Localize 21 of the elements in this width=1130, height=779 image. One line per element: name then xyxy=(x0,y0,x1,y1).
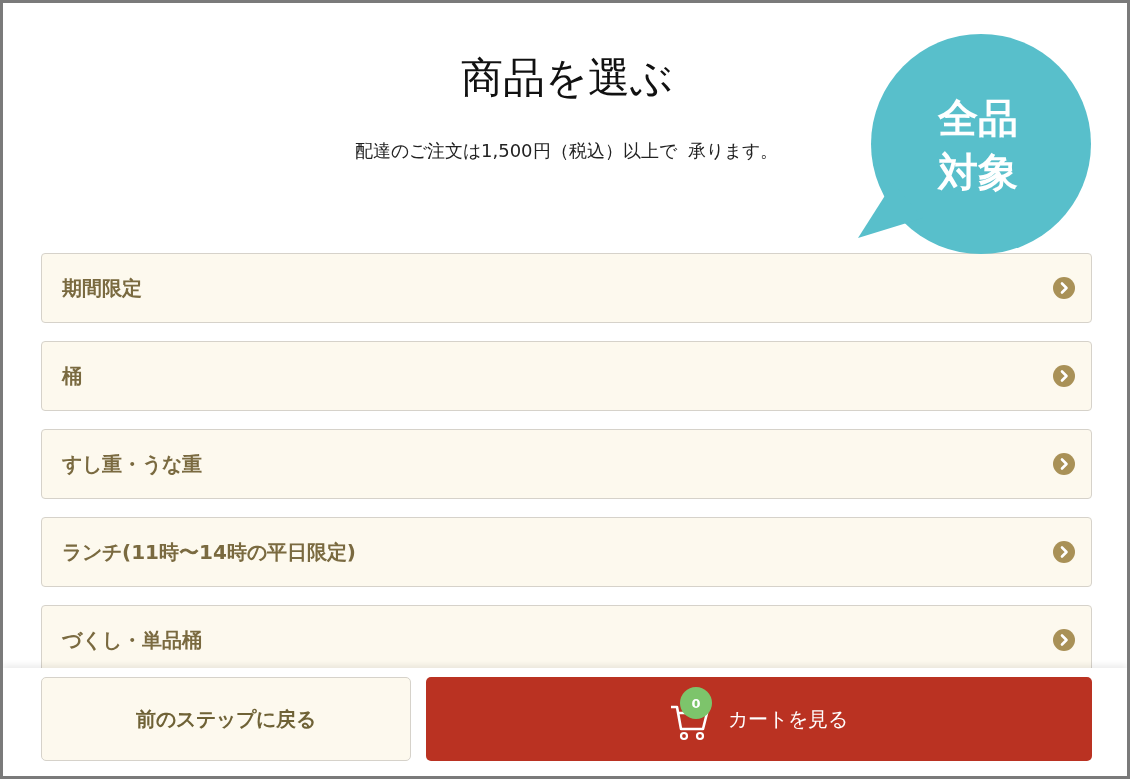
category-item[interactable]: すし重・うな重 xyxy=(41,429,1092,500)
cart-count-badge: 0 xyxy=(680,687,712,719)
category-item[interactable]: づくし・単品桶 xyxy=(41,605,1092,668)
chevron-right-icon xyxy=(1053,365,1075,388)
category-item[interactable]: ランチ(11時〜14時の平日限定) xyxy=(41,517,1092,588)
delivery-notice: 配達のご注文は1,500円（税込）以上で 承ります。 xyxy=(354,139,779,164)
chevron-right-icon xyxy=(1053,541,1075,564)
bubble-text: 全品 対象 xyxy=(936,94,1019,197)
chevron-right-icon xyxy=(1053,277,1075,300)
page-title: 商品を選ぶ xyxy=(459,53,674,104)
category-label: ランチ(11時〜14時の平日限定) xyxy=(62,538,356,566)
chevron-right-icon xyxy=(1053,453,1075,476)
category-label: 期間限定 xyxy=(62,274,142,302)
view-cart-button[interactable]: カートを見る 0 xyxy=(426,677,1092,761)
category-item[interactable]: 期間限定 xyxy=(41,253,1092,324)
chevron-right-icon xyxy=(1053,629,1075,652)
back-button[interactable]: 前のステップに戻る xyxy=(41,677,411,761)
category-label: 桶 xyxy=(62,362,82,390)
category-label: すし重・うな重 xyxy=(62,450,202,478)
category-item[interactable]: 桶 xyxy=(41,341,1092,412)
category-label: づくし・単品桶 xyxy=(62,626,202,654)
